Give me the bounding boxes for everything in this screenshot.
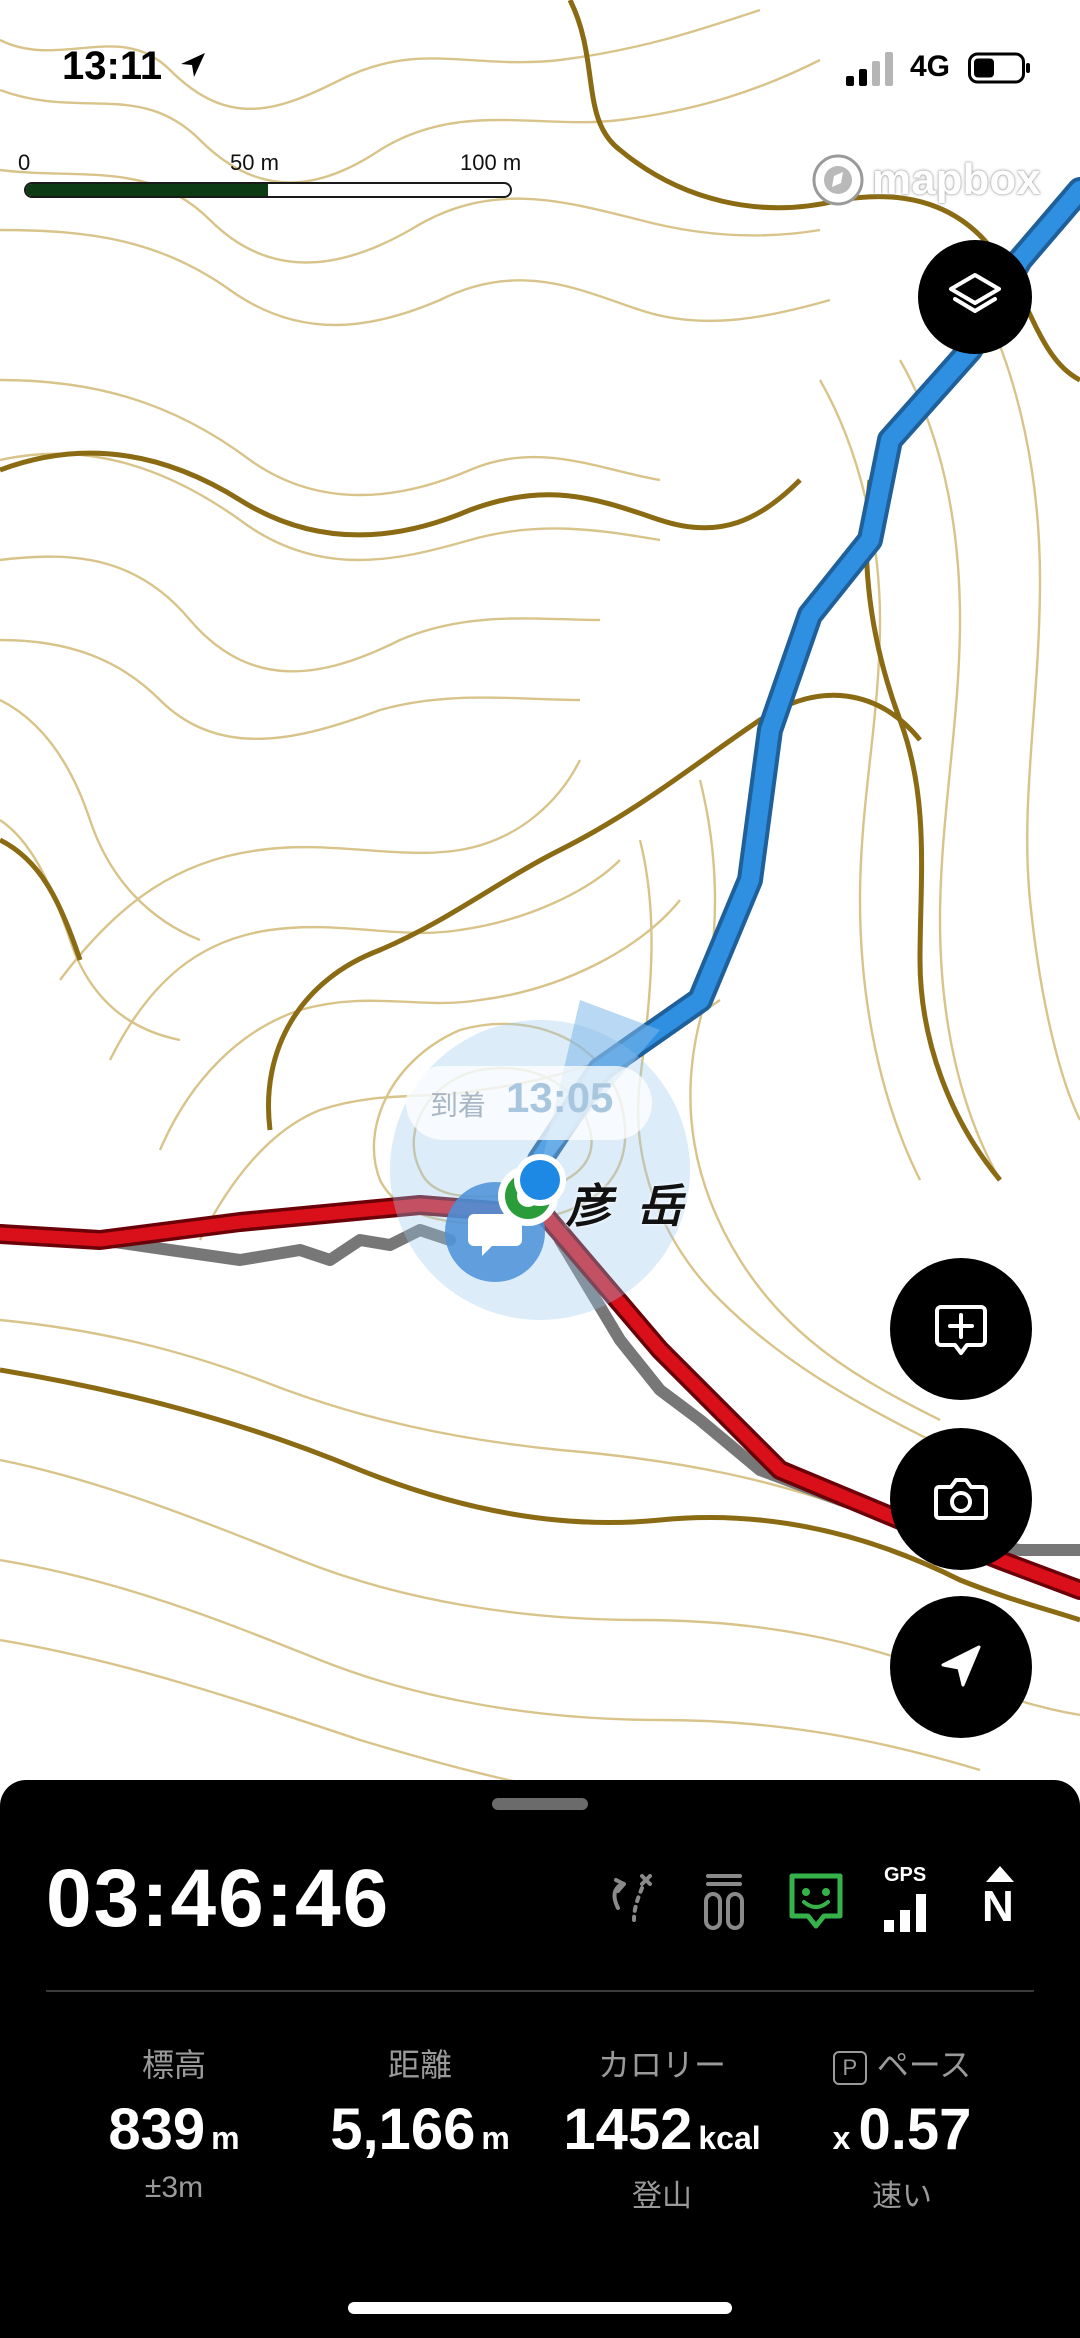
stat-elevation: 標高 839 m ±3m xyxy=(44,2040,304,2205)
stat-number: 5,166 xyxy=(330,2097,476,2162)
stat-calories: カロリー 1452 kcal 登山 xyxy=(532,2040,792,2215)
scale-bar-track xyxy=(24,182,512,198)
layers-icon xyxy=(949,273,1001,313)
north-up-icon xyxy=(986,1866,1014,1882)
stat-unit: m xyxy=(481,2120,510,2156)
stat-pace[interactable]: P ペース x 0.57 速い xyxy=(772,2040,1032,2215)
stat-number: 1452 xyxy=(563,2097,693,2162)
wearable-icon[interactable] xyxy=(692,1868,756,1936)
gps-signal-indicator[interactable]: GPS xyxy=(876,1864,940,1936)
mapbox-wordmark: mapbox xyxy=(872,155,1041,204)
camera-icon xyxy=(934,1478,988,1520)
stat-sub: 登山 xyxy=(632,2180,692,2213)
stat-label: 標高 xyxy=(141,2047,206,2083)
stat-value: 5,166 m xyxy=(290,2096,550,2163)
current-location-dot xyxy=(514,1154,566,1206)
parking-badge: P xyxy=(832,2050,867,2085)
stat-number: 0.57 xyxy=(858,2097,972,2162)
stat-number: 839 xyxy=(108,2097,206,2162)
panel-divider xyxy=(46,1990,1034,1992)
stat-sub: 速い xyxy=(872,2180,932,2213)
peak-label: 彦 岳 xyxy=(566,1180,689,1232)
stat-value: 1452 kcal xyxy=(532,2096,792,2163)
north-up-toggle[interactable]: N xyxy=(968,1864,1032,1936)
network-type: 4G xyxy=(910,50,951,83)
route-branch-icon[interactable] xyxy=(600,1868,664,1936)
gps-label: GPS xyxy=(884,1864,927,1886)
smile-badge-icon[interactable] xyxy=(784,1868,848,1936)
mapbox-logo-icon xyxy=(812,154,864,206)
arrival-time: 13:05 xyxy=(506,1074,614,1121)
stat-value: 839 m xyxy=(44,2096,304,2163)
elapsed-time: 03:46:46 xyxy=(46,1853,391,1944)
stat-unit: m xyxy=(211,2120,240,2156)
stat-label-text: ペース xyxy=(876,2047,972,2083)
location-services-icon xyxy=(181,53,205,77)
stat-label: カロリー xyxy=(597,2047,726,2083)
cellular-signal-icon xyxy=(846,52,893,86)
stat-label: P ペース xyxy=(772,2040,1032,2086)
location-arrow-icon xyxy=(941,1645,981,1687)
scale-label-0: 0 xyxy=(18,150,31,175)
status-time: 13:11 xyxy=(62,44,163,88)
camera-button[interactable] xyxy=(890,1428,1032,1570)
tracking-panel: 03:46:46 GPS N 標高 839 m ±3m 距離 5,166 m カ… xyxy=(0,1780,1080,2338)
scale-bar: 0 50 m 100 m xyxy=(16,150,536,200)
scale-label-50: 50 m xyxy=(230,150,279,175)
layers-button[interactable] xyxy=(918,240,1032,354)
arrival-label: 到着 xyxy=(430,1090,487,1121)
home-indicator[interactable] xyxy=(348,2302,732,2314)
mapbox-attribution[interactable]: mapbox xyxy=(810,150,1041,210)
scale-bar-fill xyxy=(26,184,268,196)
status-bar: 13:11 4G xyxy=(0,40,1080,100)
stat-distance: 距離 5,166 m xyxy=(290,2040,550,2163)
gps-signal-icon xyxy=(884,1894,926,1932)
stat-sub: ±3m xyxy=(144,2171,204,2204)
panel-drag-handle[interactable] xyxy=(492,1798,588,1810)
scale-label-100: 100 m xyxy=(460,150,522,175)
stat-label: 距離 xyxy=(387,2047,452,2083)
stat-value: x 0.57 xyxy=(772,2096,1032,2163)
stat-unit: kcal xyxy=(698,2120,761,2156)
stat-prefix: x xyxy=(832,2120,851,2156)
locate-button[interactable] xyxy=(890,1596,1032,1738)
add-note-icon xyxy=(935,1305,987,1355)
north-label: N xyxy=(982,1882,1014,1931)
battery-icon xyxy=(968,52,1030,84)
add-note-button[interactable] xyxy=(890,1258,1032,1400)
